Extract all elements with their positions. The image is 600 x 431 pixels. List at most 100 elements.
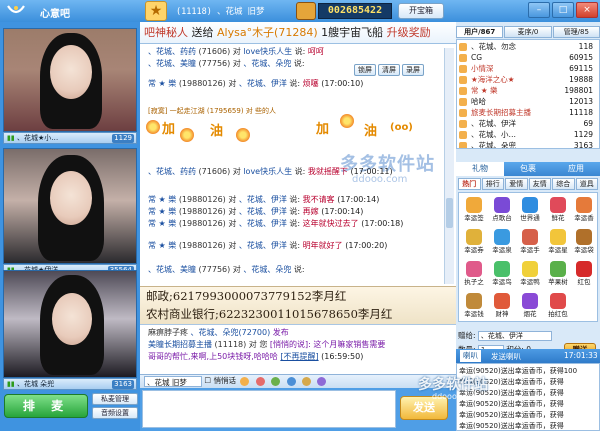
subtab-all[interactable]: 综合 (552, 178, 575, 190)
gift-target-row: 赠给: 、花城、伊洋 (458, 330, 598, 342)
subtab-hot[interactable]: 热门 (458, 178, 481, 190)
private-line: 麻痹脖子疼 、花城、朵兜(72700) 发布 (148, 328, 289, 337)
close-button[interactable]: × (576, 2, 598, 18)
gift-icon (576, 197, 592, 213)
tab-horn[interactable]: 喇叭 (460, 350, 481, 362)
video-feed-1[interactable] (3, 28, 137, 132)
video-bar-1[interactable]: ▮▮ 、花城★小… 1129 (3, 132, 137, 144)
list-item[interactable]: 、花城、小… 1129 (459, 130, 597, 140)
video-feed-3[interactable] (3, 270, 137, 378)
tab-package[interactable]: 包裹 (504, 162, 552, 176)
private-line: 哥哥的帮忙,来啊,上50块钱呀,哈哈哈 [不再提醒] (16:59:50) (148, 352, 364, 361)
gift-item[interactable]: 幸运钱 (461, 291, 487, 321)
list-item[interactable]: 、花城、伊洋 69 (459, 119, 597, 129)
color-icon[interactable] (255, 377, 265, 386)
image-icon[interactable] (286, 377, 296, 386)
avatar (459, 109, 467, 117)
gift-item[interactable]: 幸运泉 (489, 227, 515, 257)
open-treasure-button[interactable]: 开宝箱 (398, 3, 444, 19)
gift-target-label: 赠给: (458, 331, 476, 340)
subtab-love[interactable]: 爱情 (505, 178, 528, 190)
gift-item[interactable]: 烟花 (517, 291, 543, 321)
gift-item[interactable]: 幸运签 (461, 195, 487, 225)
record-screen-button[interactable]: 录屏 (402, 64, 424, 76)
video-name-3: 、花城 朵兜 (16, 380, 55, 388)
bank-line-1: 邮政;6217993000073779152李月红 (146, 289, 347, 303)
lock-screen-button[interactable]: 锁屏 (354, 64, 376, 76)
gift-item[interactable]: 世界通 (517, 195, 543, 225)
signal-icon: ▮▮ (7, 134, 15, 142)
chat-line: 常 ★ 樂 (19880126) 对 、花城、伊洋 说: 这年就快过去了 (17… (148, 219, 404, 228)
gift-item[interactable]: 幸运袋 (571, 227, 597, 257)
gift-item[interactable]: 幸运鸟 (489, 259, 515, 289)
site-watermark-url: ddooo.com (432, 392, 477, 401)
gift-grid[interactable]: 幸运签 点歌台 世界通 鲜花 幸运香 幸运券 幸运泉 幸运手 幸运星 幸运袋 执… (458, 192, 598, 322)
emoji-icon[interactable] (240, 377, 250, 386)
whisper-checkbox[interactable]: ☐ (204, 376, 211, 385)
send-horn-button[interactable]: 发送喇叭 (491, 351, 521, 362)
gift-icon (576, 229, 592, 245)
gift-item[interactable]: 红包 (571, 259, 597, 289)
gift-icon (522, 229, 538, 245)
font-icon[interactable] (271, 377, 281, 386)
queue-mic-button[interactable]: 排 麦 (4, 394, 88, 418)
tab-gifts[interactable]: 礼物 (456, 162, 504, 176)
list-item[interactable]: 、花城、勿念 118 (459, 42, 597, 52)
message-input[interactable] (142, 390, 396, 428)
video-bar-3[interactable]: ▮▮ 、花城 朵兜 3163 (3, 378, 137, 390)
tab-apps[interactable]: 应用 (552, 162, 600, 176)
gift-item[interactable]: 拍红包 (545, 291, 571, 321)
subtab-friend[interactable]: 友情 (528, 178, 551, 190)
subtab-props[interactable]: 道具 (575, 178, 598, 190)
clear-screen-button[interactable]: 清屏 (378, 64, 400, 76)
treasure-chest-icon[interactable] (296, 2, 316, 20)
list-item[interactable]: 小情深 69115 (459, 64, 597, 74)
gift-item[interactable]: 财神 (489, 291, 515, 321)
system-line: [寂寞] 一起走江湖 (1795659) 对 些的人 (148, 107, 276, 115)
gift-subtabs: 热门 排行 爱情 友情 综合 道具 (458, 178, 598, 190)
user-tabs: 用户/867 麦序/0 管理/85 (456, 26, 600, 38)
list-item[interactable]: CG 60915 (459, 53, 597, 63)
gift-item[interactable]: 执子之 (461, 259, 487, 289)
audio-settings-button[interactable]: 音频设置 (92, 407, 138, 419)
subtab-rank[interactable]: 排行 (481, 178, 504, 190)
private-chat-panel[interactable]: 麻痹脖子疼 、花城、朵兜(72700) 发布 美瞳长期招募主播 (11118) … (140, 324, 456, 374)
maximize-button[interactable]: □ (552, 2, 574, 18)
scroll-thumb[interactable] (446, 198, 453, 228)
list-item: 幸运(90520)送出幸运香币，获得 (459, 411, 564, 419)
gift-item[interactable]: 点歌台 (489, 195, 515, 225)
list-item[interactable]: 旅麦长期招募主播 11118 (459, 108, 597, 118)
list-item[interactable]: 哈哈 12013 (459, 97, 597, 107)
gift-icon (494, 293, 510, 309)
gift-item[interactable]: 幸运手 (517, 227, 543, 257)
window-controls: – □ × (498, 2, 598, 20)
tab-users[interactable]: 用户/867 (456, 26, 504, 38)
tab-mic-queue[interactable]: 麦序/0 (504, 26, 552, 38)
list-item[interactable]: 常 ★ 樂 198801 (459, 86, 597, 96)
gift-item[interactable]: 幸运鸭 (517, 259, 543, 289)
minimize-button[interactable]: – (528, 2, 550, 18)
chat-target-select[interactable]: 、花城 旧梦 (144, 376, 202, 387)
private-mic-button[interactable]: 私麦管理 (92, 393, 138, 405)
video-person-face (50, 171, 92, 225)
user-list[interactable]: 、花城、勿念 118 CG 60915 小情深 69115 ★海洋之心★ 19888 常… (456, 39, 600, 149)
public-chat-panel[interactable]: 、花城、药药 (71606) 对 love快乐人生 说: 呵呵 、花城、美瞳 (… (140, 44, 456, 286)
tab-admins[interactable]: 管理/85 (552, 26, 600, 38)
favorite-star-icon[interactable]: ★ (145, 1, 167, 21)
stop-remind-link[interactable]: [不再提醒] (280, 352, 318, 361)
list-item[interactable]: ★海洋之心★ 19888 (459, 75, 597, 85)
gift-item[interactable]: 幸运券 (461, 227, 487, 257)
list-item[interactable]: 、花城、朵兜 3163 (459, 141, 597, 148)
gift-item[interactable]: 苹果树 (545, 259, 571, 289)
music-icon[interactable] (317, 377, 327, 386)
room-title: (11118) 、花城 旧梦 (176, 7, 265, 17)
gift-target-select[interactable]: 、花城、伊洋 (477, 331, 552, 341)
gift-item[interactable]: 幸运香 (571, 195, 597, 225)
gift-item[interactable]: 鲜花 (545, 195, 571, 225)
video-feed-2[interactable] (3, 148, 137, 264)
chat-scrollbar[interactable] (444, 48, 454, 284)
scissor-icon[interactable] (301, 377, 311, 386)
gift-item[interactable]: 幸运星 (545, 227, 571, 257)
chat-line: 常 ★ 樂 (19880126) 对 、花城、伊洋 说: 烦噻 (17:00:1… (148, 79, 364, 88)
app-title: 心意吧 (40, 9, 70, 20)
